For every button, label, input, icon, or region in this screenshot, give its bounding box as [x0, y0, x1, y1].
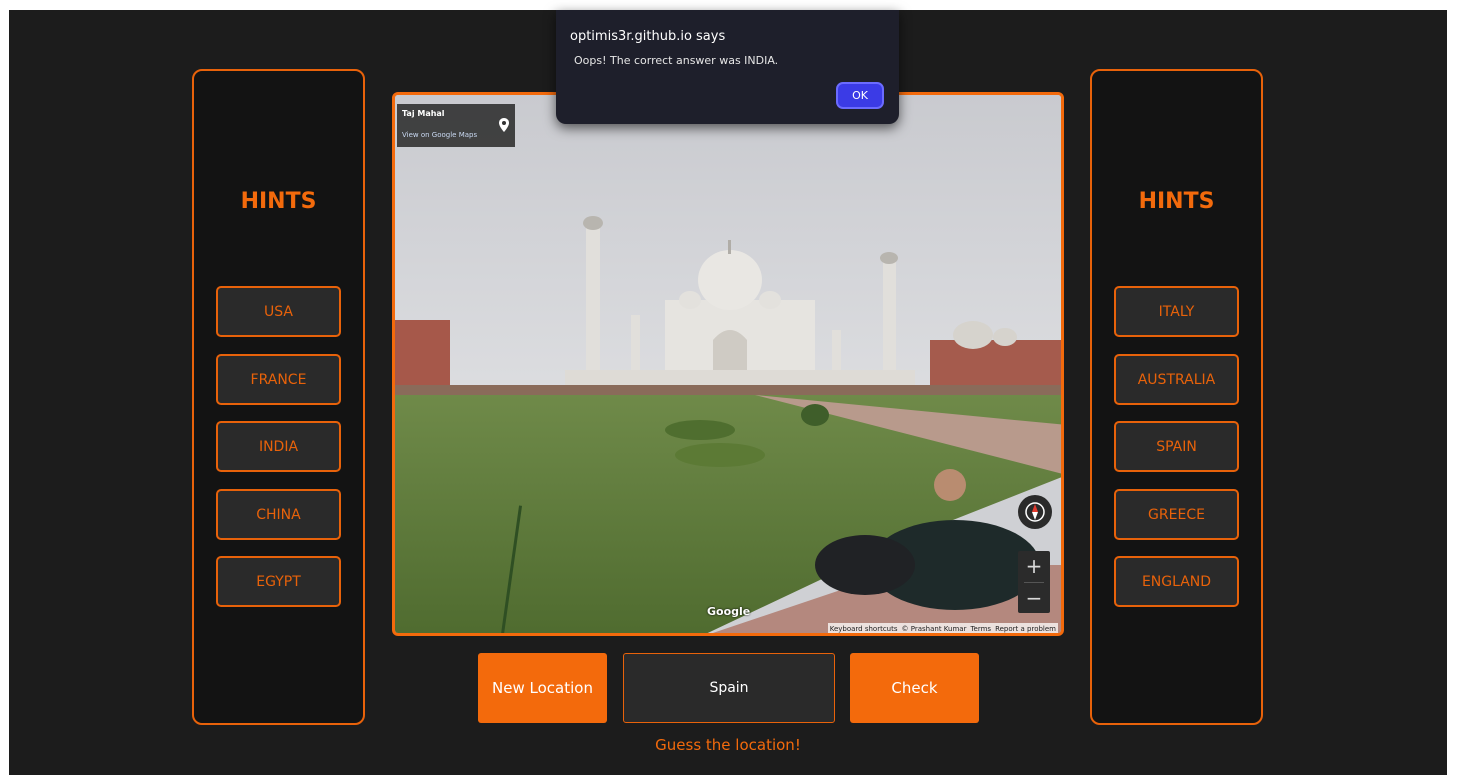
hint-button-greece[interactable]: GREECE — [1114, 489, 1239, 540]
right-hints-title: HINTS — [1138, 189, 1215, 214]
place-info-card: Taj Mahal View on Google Maps — [397, 104, 515, 147]
game-app: HINTS USA FRANCE INDIA CHINA EGYPT HINTS… — [9, 10, 1447, 775]
alert-dialog: optimis3r.github.io says Oops! The corre… — [556, 10, 899, 124]
hint-button-usa[interactable]: USA — [216, 286, 341, 337]
zoom-out-button[interactable]: − — [1018, 583, 1050, 613]
dialog-title: optimis3r.github.io says — [570, 29, 726, 44]
terms-link[interactable]: Terms — [970, 625, 991, 633]
dialog-ok-button[interactable]: OK — [836, 82, 884, 109]
hint-button-egypt[interactable]: EGYPT — [216, 556, 341, 607]
zoom-in-button[interactable]: + — [1018, 551, 1050, 581]
panorama-image — [395, 95, 1061, 633]
right-hints-panel: HINTS ITALY AUSTRALIA SPAIN GREECE ENGLA… — [1090, 69, 1263, 725]
view-on-google-maps-link[interactable]: View on Google Maps — [402, 131, 477, 139]
zoom-control: + − — [1018, 551, 1050, 613]
compass-icon[interactable] — [1018, 495, 1052, 529]
dialog-message: Oops! The correct answer was INDIA. — [574, 54, 779, 67]
check-button[interactable]: Check — [850, 653, 979, 723]
photo-credit: © Prashant Kumar — [901, 625, 967, 633]
status-message: Guess the location! — [655, 736, 801, 754]
street-view-panorama[interactable]: Taj Mahal View on Google Maps + − Google… — [392, 92, 1064, 636]
google-logo: Google — [707, 605, 751, 618]
map-attribution: Keyboard shortcuts © Prashant Kumar Term… — [827, 623, 1058, 633]
hint-button-france[interactable]: FRANCE — [216, 354, 341, 405]
report-problem-link[interactable]: Report a problem — [995, 625, 1056, 633]
hint-button-italy[interactable]: ITALY — [1114, 286, 1239, 337]
hint-button-china[interactable]: CHINA — [216, 489, 341, 540]
hint-button-england[interactable]: ENGLAND — [1114, 556, 1239, 607]
hint-button-spain[interactable]: SPAIN — [1114, 421, 1239, 472]
hint-button-india[interactable]: INDIA — [216, 421, 341, 472]
new-location-button[interactable]: New Location — [478, 653, 607, 723]
left-hints-panel: HINTS USA FRANCE INDIA CHINA EGYPT — [192, 69, 365, 725]
keyboard-shortcuts-link[interactable]: Keyboard shortcuts — [830, 625, 898, 633]
left-hints-title: HINTS — [240, 189, 317, 214]
guess-input[interactable]: Spain — [623, 653, 835, 723]
hint-button-australia[interactable]: AUSTRALIA — [1114, 354, 1239, 405]
place-name: Taj Mahal — [402, 109, 445, 118]
map-pin-icon[interactable] — [499, 118, 509, 132]
